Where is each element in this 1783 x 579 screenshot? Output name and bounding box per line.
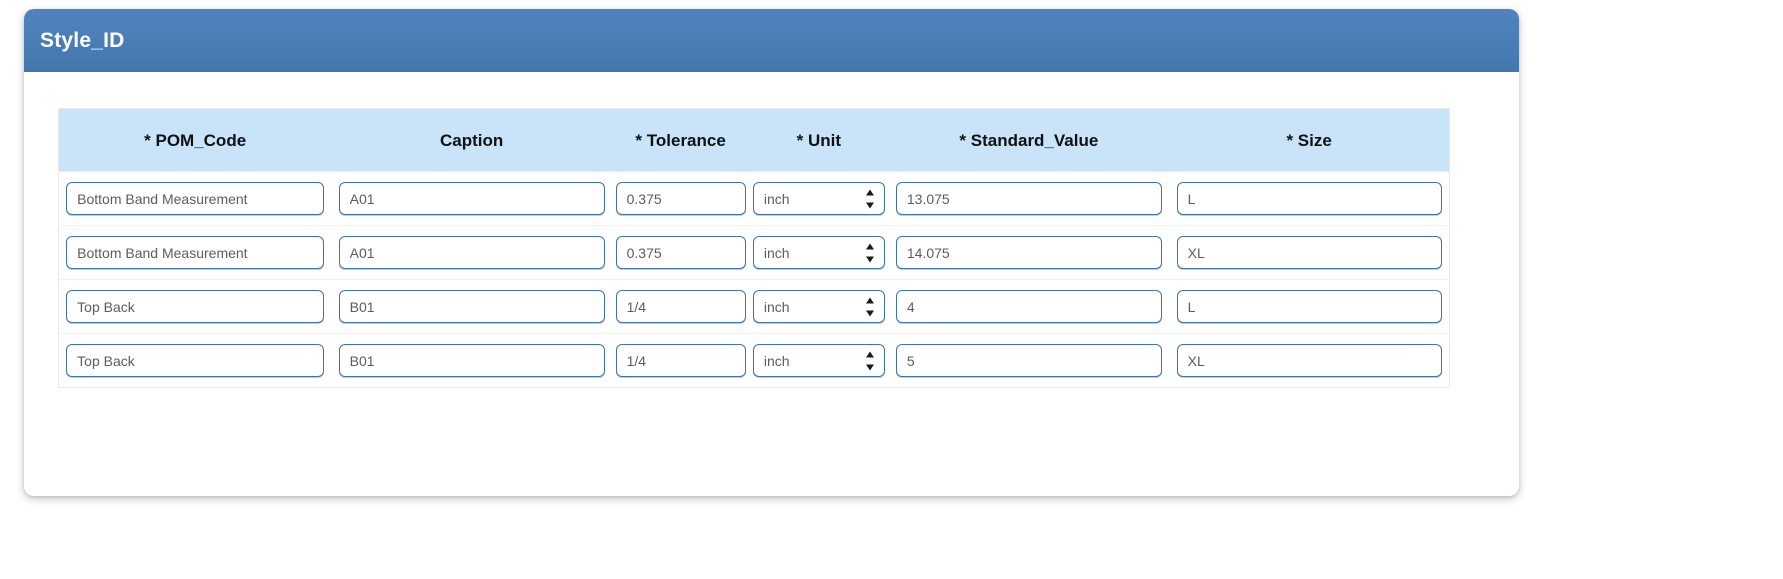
standard-value-input[interactable]: [895, 182, 1162, 215]
column-header-standard-value: * Standard_Value: [959, 131, 1099, 150]
cell-pom-code: [58, 279, 332, 334]
column-header-pom-code: * POM_Code: [144, 131, 247, 150]
column-header-tolerance: * Tolerance: [635, 131, 726, 150]
cell-size: [1169, 333, 1450, 388]
cell-size: [1169, 171, 1450, 226]
cell-size: [1169, 279, 1450, 334]
pom-code-input[interactable]: [66, 290, 325, 323]
style-id-card: Style_ID * POM_Code Caption * Tolerance …: [24, 9, 1519, 496]
caption-input[interactable]: [338, 290, 605, 323]
cell-caption: [331, 171, 613, 226]
page-title: Style_ID: [40, 28, 125, 52]
size-input[interactable]: [1176, 290, 1442, 323]
unit-select[interactable]: [752, 290, 885, 323]
cell-pom-code: [58, 225, 332, 280]
size-input[interactable]: [1176, 344, 1442, 377]
unit-select[interactable]: [752, 182, 885, 215]
table-row: [58, 171, 1450, 226]
cell-caption: [331, 333, 613, 388]
cell-unit: [749, 279, 889, 334]
cell-standard-value: [888, 171, 1170, 226]
cell-standard-value: [888, 225, 1170, 280]
cell-tolerance: [612, 333, 750, 388]
cell-pom-code: [58, 333, 332, 388]
card-body: * POM_Code Caption * Tolerance * Unit * …: [24, 72, 1519, 416]
cell-pom-code: [58, 171, 332, 226]
unit-select-wrapper[interactable]: [752, 182, 885, 215]
cell-caption: [331, 279, 613, 334]
table-header-row: * POM_Code Caption * Tolerance * Unit * …: [58, 108, 1450, 172]
unit-select[interactable]: [752, 344, 885, 377]
tolerance-input[interactable]: [615, 236, 746, 269]
unit-select-wrapper[interactable]: [752, 344, 885, 377]
cell-tolerance: [612, 279, 750, 334]
column-header-size: * Size: [1286, 131, 1332, 150]
column-header-caption: Caption: [440, 131, 504, 150]
tolerance-input[interactable]: [615, 290, 746, 323]
pom-code-input[interactable]: [66, 344, 325, 377]
table-row: [58, 333, 1450, 388]
table-body: [58, 171, 1450, 388]
standard-value-input[interactable]: [895, 344, 1162, 377]
cell-unit: [749, 171, 889, 226]
table-header: * POM_Code Caption * Tolerance * Unit * …: [58, 108, 1450, 172]
card-header: Style_ID: [24, 9, 1519, 72]
caption-input[interactable]: [338, 236, 605, 269]
measurements-table: * POM_Code Caption * Tolerance * Unit * …: [58, 108, 1450, 388]
caption-input[interactable]: [338, 344, 605, 377]
cell-unit: [749, 225, 889, 280]
cell-standard-value: [888, 333, 1170, 388]
unit-select-wrapper[interactable]: [752, 290, 885, 323]
unit-select-wrapper[interactable]: [752, 236, 885, 269]
caption-input[interactable]: [338, 182, 605, 215]
unit-select[interactable]: [752, 236, 885, 269]
standard-value-input[interactable]: [895, 236, 1162, 269]
cell-unit: [749, 333, 889, 388]
size-input[interactable]: [1176, 182, 1442, 215]
cell-caption: [331, 225, 613, 280]
table-row: [58, 225, 1450, 280]
table-row: [58, 279, 1450, 334]
tolerance-input[interactable]: [615, 182, 746, 215]
pom-code-input[interactable]: [66, 182, 325, 215]
cell-size: [1169, 225, 1450, 280]
cell-tolerance: [612, 225, 750, 280]
standard-value-input[interactable]: [895, 290, 1162, 323]
pom-code-input[interactable]: [66, 236, 325, 269]
column-header-unit: * Unit: [796, 131, 842, 150]
tolerance-input[interactable]: [615, 344, 746, 377]
cell-tolerance: [612, 171, 750, 226]
size-input[interactable]: [1176, 236, 1442, 269]
cell-standard-value: [888, 279, 1170, 334]
